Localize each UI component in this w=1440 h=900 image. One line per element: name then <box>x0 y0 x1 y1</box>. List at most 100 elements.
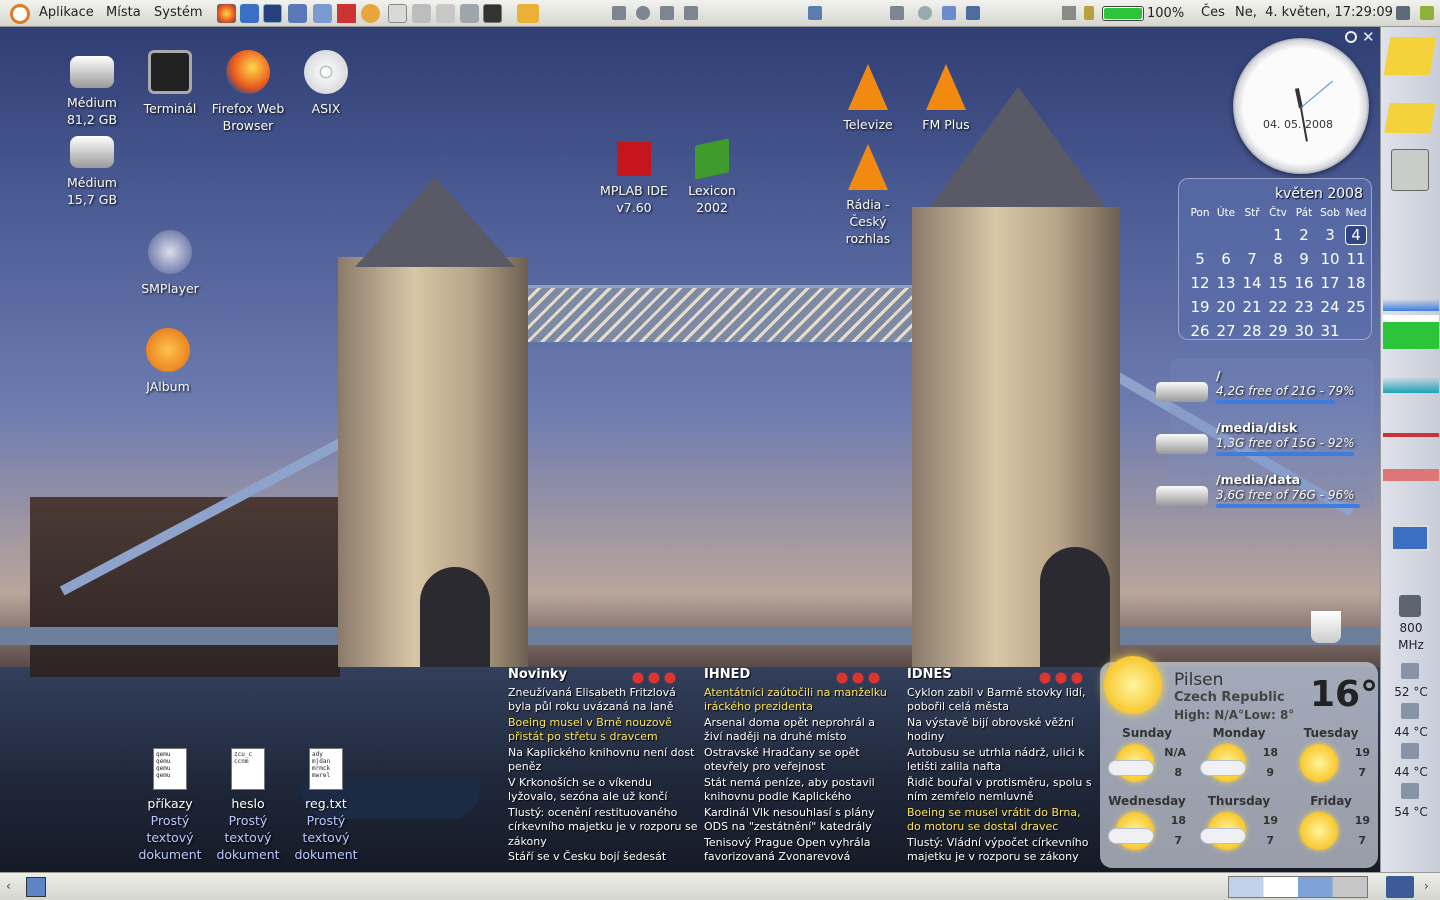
mem-graph[interactable] <box>1383 441 1439 481</box>
screen-icon[interactable] <box>942 6 956 20</box>
calculator-icon[interactable] <box>1391 149 1429 191</box>
news-item[interactable]: Na Kaplického knihovnu není dost peněz <box>508 746 702 775</box>
calendar-day[interactable]: 28 <box>1239 322 1265 340</box>
calendar-day[interactable]: 5 <box>1187 250 1213 268</box>
desktop-icon-disk-2[interactable]: Médium 15,7 GB <box>52 130 132 208</box>
calendar-day[interactable]: 6 <box>1213 250 1239 268</box>
news-item[interactable]: Stát nemá peníze, aby postavil knihovnu … <box>704 776 894 805</box>
ubuntu-logo-icon[interactable] <box>10 4 30 24</box>
desktop-icon-disk-1[interactable]: Médium 81,2 GB <box>52 50 132 128</box>
disk-monitor[interactable]: /media/disk 1,3G free of 15G - 92% <box>1156 420 1371 472</box>
chat-launcher-icon[interactable] <box>361 4 380 23</box>
calendar-day[interactable]: 27 <box>1213 322 1239 340</box>
record-icon[interactable] <box>636 6 650 20</box>
news-item[interactable]: Na výstavě bijí obrovské věžní hodiny <box>907 716 1097 745</box>
volume-icon[interactable] <box>1062 6 1076 20</box>
news-item[interactable]: Cyklon zabil v Barmě stovky lidí, poboři… <box>907 686 1097 715</box>
lock-icon[interactable] <box>1396 6 1410 20</box>
file-icon[interactable]: ady mjdan mrmck mwrel reg.txt Prostý textový … <box>285 748 367 863</box>
archive-launcher-icon[interactable] <box>436 4 455 23</box>
drive-icon[interactable] <box>684 6 698 20</box>
calendar-day[interactable]: 26 <box>1187 322 1213 340</box>
news-item[interactable]: Kardinál Vlk nesouhlasí s plány ODS na "… <box>704 806 894 835</box>
notes-edit-icon[interactable] <box>1383 37 1437 75</box>
trash-icon[interactable] <box>1386 876 1414 898</box>
key-launcher-icon[interactable] <box>517 4 539 23</box>
load-graph[interactable] <box>1383 397 1439 437</box>
file-icon[interactable]: qemu qemu qemu qemu příkazy Prostý textový do… <box>129 748 211 863</box>
cpufreq-icon[interactable] <box>1399 595 1421 617</box>
news-item[interactable]: Arsenal doma opět neprohrál a živí naděj… <box>704 716 894 745</box>
show-desktop-icon[interactable] <box>26 877 46 897</box>
desktop-icon-televize[interactable]: Televize <box>828 64 908 133</box>
calendar-day[interactable]: 10 <box>1317 250 1343 268</box>
power-plug-icon[interactable] <box>1084 6 1094 20</box>
widget-zoom-icon[interactable] <box>1345 31 1357 43</box>
desktop-icon-lexicon[interactable]: Lexicon 2002 <box>672 138 752 216</box>
disk-monitor[interactable]: /media/data 3,6G free of 76G - 96% <box>1156 472 1371 524</box>
keyboard-layout[interactable]: Čes <box>1201 5 1225 20</box>
trash-cup-icon[interactable] <box>1311 611 1341 643</box>
news-item[interactable]: V Krkonoších se o víkendu lyžovalo, sezó… <box>508 776 702 805</box>
calendar-day[interactable]: 22 <box>1265 298 1291 316</box>
scroll-left-icon[interactable]: ‹ <box>6 879 11 893</box>
monitor-icon[interactable] <box>890 6 904 20</box>
browser-launcher-icon[interactable] <box>240 4 259 23</box>
calendar-day[interactable]: 30 <box>1291 322 1317 340</box>
news-item[interactable]: Boeing se musel vrátit do Brna, do motor… <box>907 806 1097 835</box>
menu-system[interactable]: Systém <box>154 5 202 20</box>
calendar-day[interactable]: 2 <box>1291 226 1317 244</box>
calendar-day[interactable]: 18 <box>1343 274 1369 292</box>
desktop-icon-firefox[interactable]: Firefox Web Browser <box>208 50 288 134</box>
calendar-day[interactable]: 7 <box>1239 250 1265 268</box>
thermometer-icon[interactable] <box>1401 703 1419 719</box>
cpu-graph-2[interactable] <box>1383 315 1439 349</box>
sticky-notes-icon[interactable] <box>1384 103 1436 133</box>
calendar-day[interactable]: 9 <box>1291 250 1317 268</box>
calendar-day[interactable]: 25 <box>1343 298 1369 316</box>
calendar-day[interactable]: 16 <box>1291 274 1317 292</box>
scroll-right-icon[interactable]: › <box>1424 879 1429 893</box>
battery-icon[interactable] <box>1102 6 1144 21</box>
user-icon[interactable] <box>1420 6 1434 20</box>
news-item[interactable]: Tlustý: ocenění restituovaného církevníh… <box>508 806 702 850</box>
calendar-day[interactable]: 29 <box>1265 322 1291 340</box>
news-item[interactable]: Tlustý: Vládní výpočet církevního majetk… <box>907 836 1097 865</box>
desktop-icon-mplab[interactable]: MPLAB IDE v7.60 <box>594 142 674 216</box>
news-item[interactable]: Atentátníci zaútočili na manželku irácké… <box>704 686 894 715</box>
pointer-launcher-icon[interactable] <box>263 4 282 23</box>
news-item[interactable]: Zneužívaná Elisabeth Fritzlová byla půl … <box>508 686 702 715</box>
calendar-day[interactable]: 15 <box>1265 274 1291 292</box>
calendar-day[interactable]: 31 <box>1317 322 1343 340</box>
network-icon[interactable] <box>966 6 980 20</box>
widget-close-icon[interactable]: ✕ <box>1362 28 1375 46</box>
desktop-icon-radia[interactable]: Rádia - Český rozhlas <box>828 144 908 247</box>
clock-datetime[interactable]: Ne, 4. květen, 17:29:09 <box>1235 5 1393 20</box>
desktop-icon-fmplus[interactable]: FM Plus <box>906 64 986 133</box>
thermometer-icon[interactable] <box>1401 783 1419 799</box>
calendar-day[interactable]: 20 <box>1213 298 1239 316</box>
tools-launcher-icon[interactable] <box>337 4 356 23</box>
calendar-day[interactable]: 19 <box>1187 298 1213 316</box>
window-icon[interactable] <box>612 6 626 20</box>
menu-applications[interactable]: Aplikace <box>39 5 94 20</box>
calendar-day-today[interactable]: 4 <box>1345 225 1367 245</box>
mail-icon[interactable] <box>660 6 674 20</box>
news-item[interactable]: Ostravské Hradčany se opět otevřely pro … <box>704 746 894 775</box>
calendar-day[interactable]: 23 <box>1291 298 1317 316</box>
calendar-day[interactable]: 8 <box>1265 250 1291 268</box>
calendar-day[interactable]: 12 <box>1187 274 1213 292</box>
calendar-day[interactable]: 1 <box>1265 226 1291 244</box>
firefox-launcher-icon[interactable] <box>217 4 236 23</box>
files-launcher-icon[interactable] <box>412 4 431 23</box>
news-item[interactable]: Tenisový Prague Open vyhrála favorizovan… <box>704 836 894 865</box>
network-monitor-icon[interactable] <box>1391 525 1429 551</box>
home-launcher-icon[interactable] <box>388 4 407 23</box>
news-item[interactable]: Autobusu se utrhla nádrž, ulici k letišt… <box>907 746 1097 775</box>
file-icon[interactable]: zcu_c ccnm heslo Prostý textový dokument <box>207 748 289 863</box>
terminal-launcher-icon[interactable] <box>483 4 502 23</box>
news-item[interactable]: Boeing musel v Brně nouzově přistát po s… <box>508 716 702 745</box>
calendar-day[interactable]: 14 <box>1239 274 1265 292</box>
settings-launcher-icon[interactable] <box>460 4 479 23</box>
desktop-icon-terminal[interactable]: Terminál <box>130 50 210 117</box>
